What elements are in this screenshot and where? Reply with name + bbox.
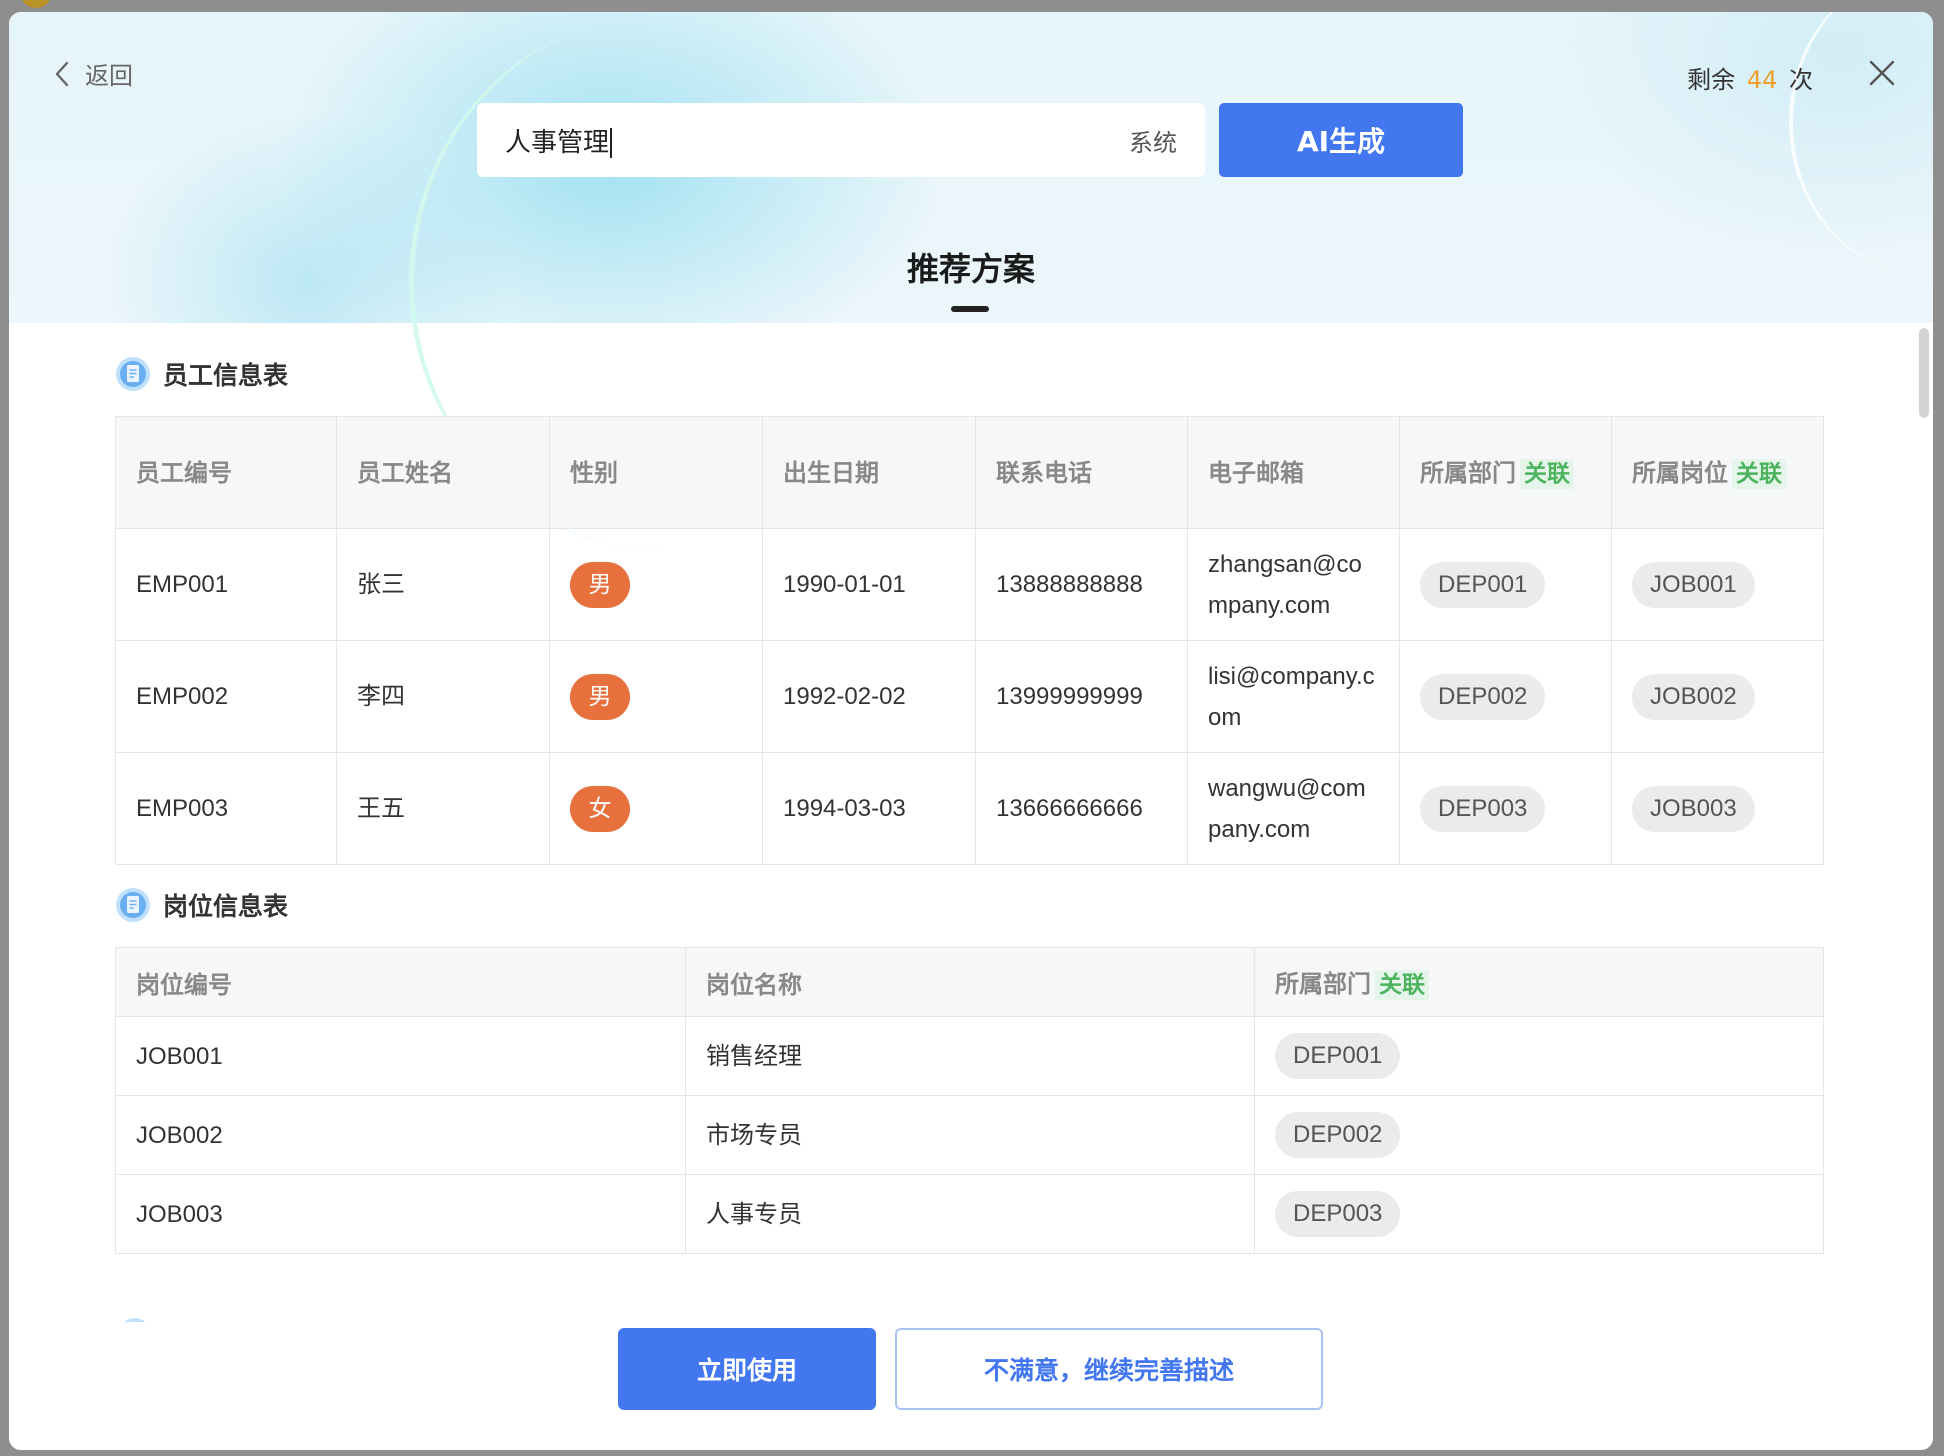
position-id-cell: JOB002	[115, 1095, 686, 1175]
table-row: EMP002 李四 男 1992-02-02 13999999999 lisi@…	[115, 640, 1824, 753]
employee-name-cell: 张三	[336, 528, 550, 641]
section-title-label: 岗位信息表	[163, 892, 289, 921]
gender-badge: 男	[570, 673, 630, 720]
relation-tag: 关联	[1732, 458, 1786, 489]
phone-cell: 13888888888	[975, 528, 1188, 641]
ai-generate-modal: 返回 剩余 44 次 人事管理 系统 AI生成 推荐方案 员工信息表 员工编号 …	[9, 12, 1933, 1450]
birth-date-cell: 1990-01-01	[762, 528, 976, 641]
position-table: 岗位编号 岗位名称 所属部门 关联 JOB001 销售经理 DEP001 JOB0…	[115, 947, 1824, 1254]
relation-tag: 关联	[1375, 970, 1429, 1000]
job-cell: JOB003	[1611, 752, 1824, 865]
employee-name-cell: 王五	[336, 752, 550, 865]
position-id-cell: JOB003	[115, 1174, 686, 1254]
remaining-count: 44	[1746, 66, 1778, 94]
column-header: 员工姓名	[336, 416, 550, 529]
ai-generate-button[interactable]: AI生成	[1219, 103, 1463, 177]
phone-cell: 13999999999	[975, 640, 1188, 753]
position-name-cell: 销售经理	[685, 1016, 1255, 1096]
table-header-row: 岗位编号 岗位名称 所属部门 关联	[115, 947, 1824, 1017]
position-id-cell: JOB001	[115, 1016, 686, 1096]
department-chip: DEP001	[1420, 561, 1546, 608]
window-corner-indicator	[22, 0, 50, 8]
department-cell: DEP001	[1254, 1016, 1824, 1096]
document-icon	[116, 888, 150, 922]
recommend-title: 推荐方案	[906, 250, 1035, 288]
department-chip: DEP002	[1275, 1112, 1401, 1158]
table-row: JOB003 人事专员 DEP003	[115, 1174, 1824, 1254]
document-icon	[116, 357, 150, 391]
column-header: 岗位编号	[115, 947, 686, 1017]
relation-tag: 关联	[1520, 458, 1574, 489]
job-cell: JOB001	[1611, 528, 1824, 641]
column-header: 电子邮箱	[1187, 416, 1400, 529]
department-cell: DEP003	[1254, 1174, 1824, 1254]
column-header: 所属部门 关联	[1254, 947, 1824, 1017]
column-header: 所属部门 关联	[1399, 416, 1612, 529]
section-title-position: 岗位信息表	[115, 883, 1825, 927]
department-cell: DEP002	[1254, 1095, 1824, 1175]
gender-badge: 男	[570, 561, 630, 608]
table-row: JOB002 市场专员 DEP002	[115, 1095, 1824, 1175]
use-now-button[interactable]: 立即使用	[618, 1328, 876, 1410]
remaining-quota: 剩余 44 次	[1687, 60, 1813, 95]
employee-id-cell: EMP001	[115, 528, 337, 641]
employee-id-cell: EMP003	[115, 752, 337, 865]
column-header: 联系电话	[975, 416, 1188, 529]
column-header: 岗位名称	[685, 947, 1255, 1017]
department-chip: DEP003	[1420, 785, 1546, 832]
scrollbar-thumb[interactable]	[1919, 328, 1929, 418]
column-header: 性别	[549, 416, 763, 529]
position-name-cell: 人事专员	[685, 1174, 1255, 1254]
back-label: 返回	[85, 62, 133, 90]
close-icon[interactable]	[1867, 58, 1897, 88]
recommend-tab-indicator	[951, 306, 989, 312]
description-input[interactable]: 人事管理 系统	[477, 103, 1205, 177]
job-cell: JOB002	[1611, 640, 1824, 753]
department-cell: DEP001	[1399, 528, 1612, 641]
employee-id-cell: EMP002	[115, 640, 337, 753]
column-header: 出生日期	[762, 416, 976, 529]
email-cell: lisi@company.com	[1187, 640, 1400, 753]
employee-name-cell: 李四	[336, 640, 550, 753]
hero-decoration-right	[1789, 12, 1933, 272]
employee-table: 员工编号 员工姓名 性别 出生日期 联系电话 电子邮箱 所属部门 关联 所属岗位关…	[115, 416, 1824, 865]
remaining-suffix: 次	[1789, 66, 1813, 94]
text-caret	[610, 128, 613, 158]
table-header-row: 员工编号 员工姓名 性别 出生日期 联系电话 电子邮箱 所属部门 关联 所属岗位关…	[115, 416, 1824, 529]
gender-cell: 女	[549, 752, 763, 865]
phone-cell: 13666666666	[975, 752, 1188, 865]
table-row: EMP001 张三 男 1990-01-01 13888888888 zhang…	[115, 528, 1824, 641]
position-name-cell: 市场专员	[685, 1095, 1255, 1175]
table-row: EMP003 王五 女 1994-03-03 13666666666 wangw…	[115, 752, 1824, 865]
gender-cell: 男	[549, 528, 763, 641]
job-chip: JOB002	[1632, 673, 1755, 720]
email-cell: wangwu@company.com	[1187, 752, 1400, 865]
department-chip: DEP003	[1275, 1191, 1401, 1237]
email-cell: zhangsan@company.com	[1187, 528, 1400, 641]
description-input-value[interactable]: 人事管理	[505, 122, 613, 159]
department-cell: DEP003	[1399, 752, 1612, 865]
gender-badge: 女	[570, 785, 630, 832]
department-chip: DEP002	[1420, 673, 1546, 720]
job-chip: JOB003	[1632, 785, 1755, 832]
birth-date-cell: 1992-02-02	[762, 640, 976, 753]
scheme-content: 员工信息表 员工编号 员工姓名 性别 出生日期 联系电话 电子邮箱 所属部门 关联…	[115, 352, 1825, 1254]
section-title-label: 员工信息表	[163, 361, 289, 390]
back-button[interactable]: 返回	[53, 56, 133, 91]
description-input-suffix: 系统	[1129, 128, 1177, 157]
remaining-prefix: 剩余	[1687, 66, 1736, 94]
column-header: 所属岗位 关联	[1611, 416, 1824, 529]
department-chip: DEP001	[1275, 1033, 1401, 1079]
section-title-employee: 员工信息表	[115, 352, 1825, 396]
refine-description-button[interactable]: 不满意，继续完善描述	[895, 1328, 1323, 1410]
hero-banner: 返回 剩余 44 次 人事管理 系统 AI生成 推荐方案	[9, 12, 1933, 552]
column-header: 员工编号	[115, 416, 337, 529]
gender-cell: 男	[549, 640, 763, 753]
birth-date-cell: 1994-03-03	[762, 752, 976, 865]
table-row: JOB001 销售经理 DEP001	[115, 1016, 1824, 1096]
chevron-left-icon	[55, 61, 69, 86]
department-cell: DEP002	[1399, 640, 1612, 753]
job-chip: JOB001	[1632, 561, 1755, 608]
